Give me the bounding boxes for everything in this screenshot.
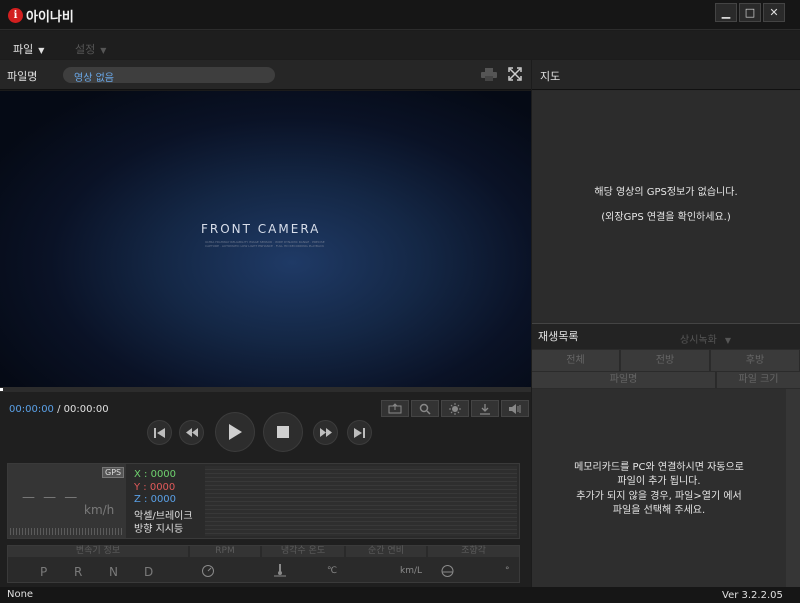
gear-r: R [74, 565, 83, 579]
fast-forward-button[interactable] [313, 420, 338, 445]
tab-rear[interactable]: 후방 [711, 350, 800, 371]
minimize-button[interactable]: ▁ [715, 3, 737, 22]
accel-z: Z : 0000 [134, 494, 177, 505]
accel-y: Y : 0000 [134, 482, 176, 493]
steering-icon [441, 565, 454, 580]
obd-header-rpm: RPM [190, 546, 260, 557]
menu-file-label: 파일 [13, 43, 34, 56]
print-icon[interactable] [481, 68, 497, 81]
gear-p: P [40, 565, 48, 579]
play-button[interactable] [215, 412, 255, 452]
rewind-icon [185, 428, 198, 437]
playlist-hint-line4: 파일을 선택해 주세요. [612, 505, 706, 516]
play-icon [229, 424, 242, 440]
fuel-unit: km/L [400, 566, 423, 576]
time-separator: / [53, 404, 64, 415]
video-screen[interactable] [0, 91, 531, 387]
fullscreen-icon[interactable] [508, 67, 522, 81]
brightness-icon[interactable] [441, 400, 469, 417]
column-file-size[interactable]: 파일 크기 [717, 372, 800, 388]
rpm-gauge-icon [201, 565, 215, 580]
total-time: 00:00:00 [63, 404, 109, 415]
playlist-hint-line2: 파일이 추가 됩니다. [617, 476, 701, 487]
accel-x: X : 0000 [134, 469, 177, 480]
seek-handle[interactable] [0, 388, 3, 391]
volume-icon[interactable] [501, 400, 529, 417]
file-name-field: 영상 없음 [63, 67, 275, 84]
camera-subtitle: ULTRA HIGHWAY RELIABILITY IMAGE SENSOR ·… [205, 240, 325, 248]
time-display: 00:00:00 / 00:00:00 [9, 404, 109, 415]
speed-scale [10, 528, 124, 535]
tab-all[interactable]: 전체 [532, 350, 620, 371]
map-view[interactable] [532, 91, 800, 321]
app-logo: i 아이나비 [8, 6, 74, 25]
chevron-down-icon: ▼ [38, 46, 45, 55]
chevron-down-icon: ▼ [100, 46, 107, 55]
chevron-down-icon: ▼ [724, 336, 731, 345]
gear-n: N [109, 565, 118, 579]
skip-end-button[interactable] [347, 420, 372, 445]
version-label: Ver 3.2.2.05 [722, 590, 783, 601]
stop-icon [277, 426, 289, 438]
tab-front[interactable]: 전방 [621, 350, 710, 371]
menu-settings-label: 설정 [75, 43, 96, 56]
sensor-graph [205, 466, 517, 536]
skip-start-button[interactable] [147, 420, 172, 445]
coolant-unit: ℃ [327, 566, 338, 576]
app-title: 아이나비 [26, 10, 74, 25]
status-text: None [7, 589, 34, 600]
skip-end-icon [354, 427, 365, 438]
obd-header-coolant: 냉각수 온도 [262, 546, 344, 557]
close-button[interactable]: ✕ [763, 3, 785, 22]
gps-badge: GPS [102, 467, 125, 478]
steering-unit: ° [505, 566, 510, 576]
turn-signal-label: 방향 지시등 [134, 524, 184, 535]
fast-forward-icon [319, 428, 332, 437]
obd-header-steering: 조향각 [428, 546, 519, 557]
stop-button[interactable] [263, 412, 303, 452]
maximize-button[interactable]: □ [739, 3, 761, 22]
playlist-title: 재생목록 [538, 330, 579, 343]
camera-title: FRONT CAMERA [201, 222, 321, 236]
download-icon[interactable] [471, 400, 499, 417]
column-file-name[interactable]: 파일명 [532, 372, 716, 388]
skip-start-icon [154, 427, 165, 438]
menu-settings[interactable]: 설정 ▼ [75, 41, 106, 57]
playlist-filter-label: 상시녹화 [680, 335, 717, 346]
export-icon[interactable] [381, 400, 409, 417]
current-time: 00:00:00 [9, 404, 54, 415]
menu-file[interactable]: 파일 ▼ [13, 41, 44, 57]
title-bar [0, 0, 800, 30]
playlist-scrollbar[interactable] [786, 389, 800, 587]
playlist-hint-line3: 추가가 되지 않을 경우, 파일>열기 에서 [576, 491, 742, 502]
obd-header-transmission: 변속기 정보 [8, 546, 188, 557]
map-no-gps-message: 해당 영상의 GPS정보가 없습니다. [594, 187, 738, 198]
speed-value: — — — [22, 490, 80, 505]
map-gps-hint: (외장GPS 연결을 확인하세요.) [601, 212, 731, 223]
inavi-logo-icon: i [8, 8, 23, 23]
playlist-hint-line1: 메모리카드를 PC와 연결하시면 자동으로 [574, 462, 744, 473]
menu-bar [0, 31, 800, 59]
gear-d: D [144, 565, 154, 579]
obd-header-fuel: 순간 연비 [346, 546, 426, 557]
speed-unit: km/h [84, 503, 115, 517]
rewind-button[interactable] [179, 420, 204, 445]
file-name-label: 파일명 [7, 70, 38, 83]
status-bar [0, 587, 800, 603]
thermometer-icon [273, 564, 287, 580]
playlist-filter-dropdown[interactable]: 상시녹화 ▼ [680, 331, 731, 346]
map-header [532, 60, 800, 90]
zoom-icon[interactable] [411, 400, 439, 417]
map-title: 지도 [540, 70, 561, 83]
